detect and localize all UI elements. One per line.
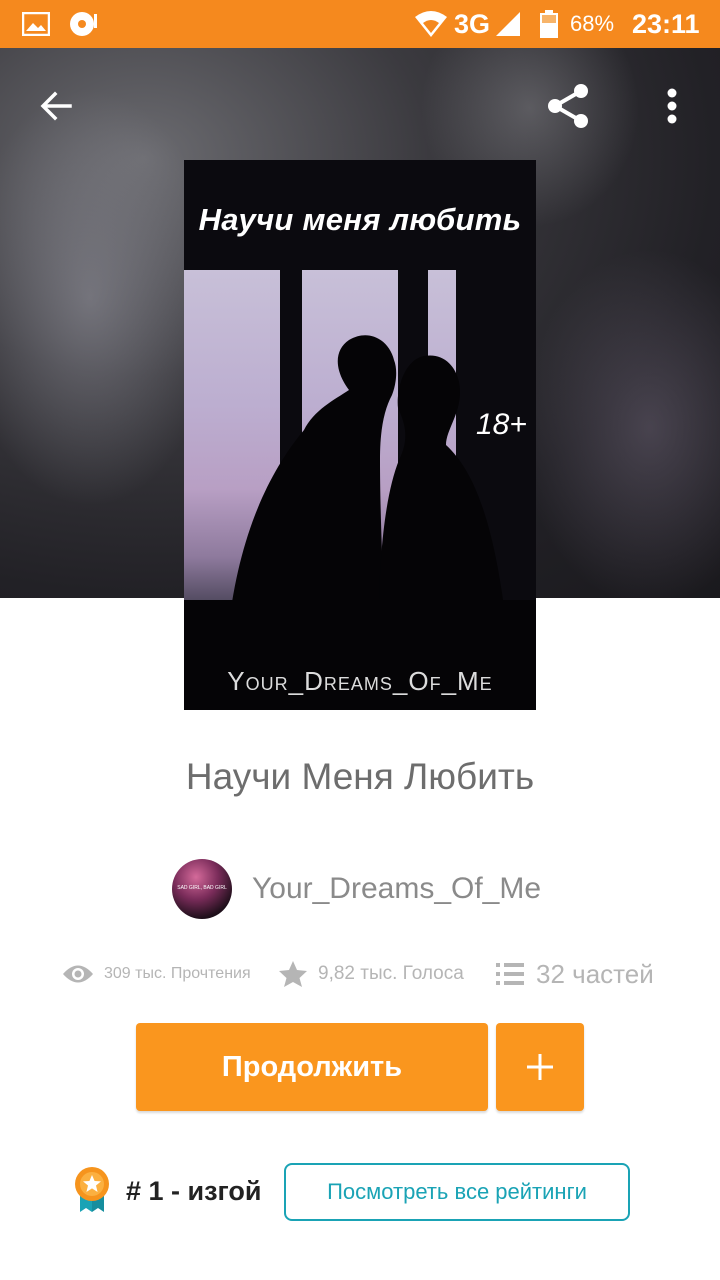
parts-count: 32 частей xyxy=(536,958,654,989)
gallery-icon xyxy=(22,0,50,48)
battery-percent: 68% xyxy=(570,11,615,36)
eye-icon xyxy=(63,965,93,983)
story-stats: 309 тыс. Прочтения 9,82 тыс. Голоса 32 ч… xyxy=(0,952,720,996)
avatar[interactable]: SAD GIRL, BAD GIRL xyxy=(172,859,232,919)
avatar-caption: SAD GIRL, BAD GIRL xyxy=(177,885,227,891)
media-icon xyxy=(68,0,100,48)
more-vertical-icon xyxy=(667,88,677,124)
list-icon xyxy=(496,963,524,985)
reads-stat: 309 тыс. Прочтения xyxy=(62,952,251,996)
star-icon xyxy=(279,961,307,987)
award-badge-icon xyxy=(75,1167,109,1212)
plus-icon xyxy=(527,1054,553,1080)
book-title: Научи Меня Любить xyxy=(185,756,535,797)
back-button[interactable] xyxy=(30,80,82,132)
network-type: 3G xyxy=(454,8,491,39)
continue-reading-button[interactable]: Продолжить xyxy=(136,1023,488,1111)
cover-author: Your_Dreams_Of_Me xyxy=(227,666,493,696)
votes-count: 9,82 тыс. Голоса xyxy=(318,963,464,984)
signal-icon xyxy=(494,0,522,48)
cover-title: Научи меня любить xyxy=(198,202,522,237)
arrow-left-icon xyxy=(40,91,72,121)
parts-stat: 32 частей xyxy=(496,952,654,996)
add-to-library-button[interactable] xyxy=(496,1023,584,1111)
rank-label: # 1 - изгой xyxy=(126,1176,262,1206)
status-bar: 3G 68% 23:11 xyxy=(0,0,720,48)
clock: 23:11 xyxy=(632,8,700,39)
wifi-icon xyxy=(414,0,448,48)
share-icon xyxy=(548,84,588,128)
share-button[interactable] xyxy=(540,78,596,134)
book-cover[interactable]: Научи меня любить 18+ Your_Dreams_Of_Me xyxy=(184,160,536,710)
cover-age-label: 18+ xyxy=(476,408,527,441)
author-name[interactable]: Your_Dreams_Of_Me xyxy=(252,872,541,906)
votes-stat: 9,82 тыс. Голоса xyxy=(278,952,464,996)
battery-icon xyxy=(538,0,560,48)
reads-count: 309 тыс. Прочтения xyxy=(104,965,251,982)
more-options-button[interactable] xyxy=(650,80,694,132)
author-link[interactable]: SAD GIRL, BAD GIRL Your_Dreams_Of_Me xyxy=(172,858,541,920)
view-all-ratings-button[interactable]: Посмотреть все рейтинги xyxy=(284,1163,630,1221)
